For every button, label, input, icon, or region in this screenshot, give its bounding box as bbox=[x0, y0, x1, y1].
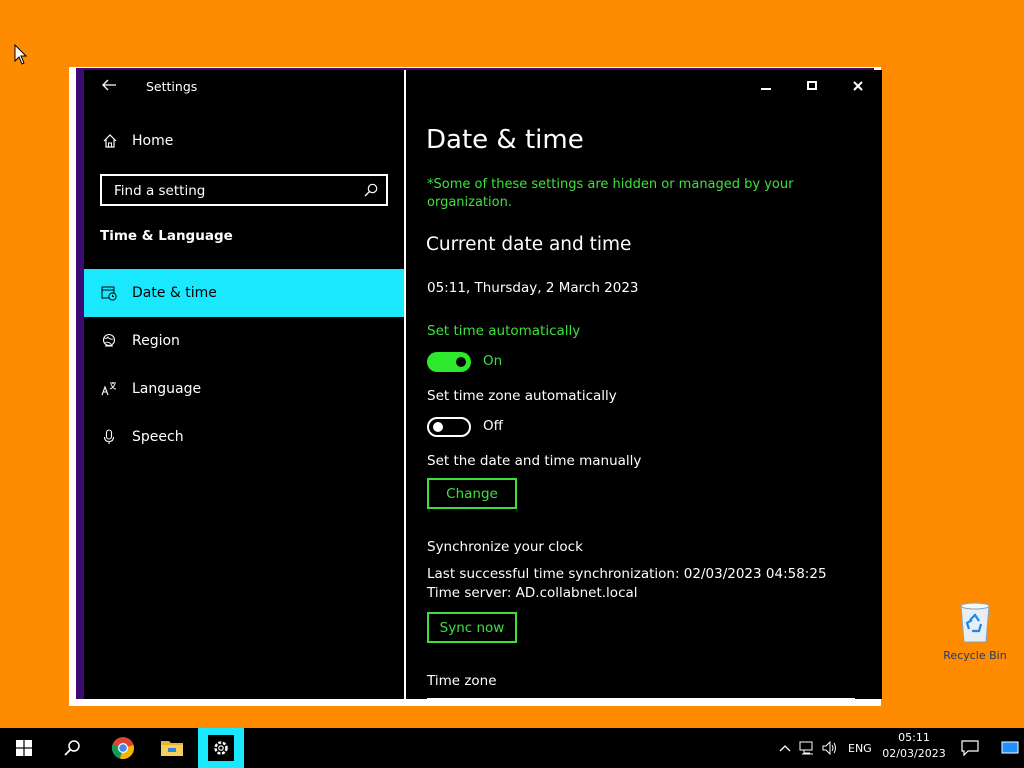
title-bar: Settings bbox=[84, 70, 404, 102]
toggle-knob bbox=[456, 357, 466, 367]
time-zone-dropdown-edge[interactable] bbox=[427, 698, 855, 699]
maximize-icon bbox=[807, 81, 817, 90]
speaker-icon bbox=[822, 741, 836, 755]
sidebar-item-label: Region bbox=[132, 333, 180, 349]
sidebar-item-date-time[interactable]: Date & time bbox=[84, 269, 404, 317]
start-button[interactable] bbox=[0, 728, 48, 768]
current-date-time-heading: Current date and time bbox=[426, 234, 632, 255]
current-date-time-value: 05:11, Thursday, 2 March 2023 bbox=[427, 280, 639, 296]
network-icon bbox=[799, 741, 813, 755]
sidebar-item-label: Date & time bbox=[132, 285, 217, 301]
folder-icon bbox=[161, 741, 183, 756]
clock-time: 05:11 bbox=[898, 731, 930, 744]
language-icon bbox=[100, 380, 118, 398]
search-taskbar-button[interactable] bbox=[48, 728, 96, 768]
search-input[interactable] bbox=[112, 180, 356, 202]
set-timezone-auto-toggle[interactable] bbox=[427, 417, 471, 437]
settings-window: Settings Home Time & Language bbox=[69, 67, 882, 706]
home-label: Home bbox=[132, 133, 174, 149]
calendar-clock-icon bbox=[100, 284, 118, 302]
close-button[interactable] bbox=[835, 70, 881, 102]
sidebar-item-label: Speech bbox=[132, 429, 184, 445]
sidebar-item-speech[interactable]: Speech bbox=[84, 413, 404, 461]
sidebar-item-home[interactable]: Home bbox=[102, 133, 173, 149]
policy-note: *Some of these settings are hidden or ma… bbox=[427, 177, 794, 210]
chrome-icon bbox=[111, 737, 134, 759]
sidebar-item-region[interactable]: Region bbox=[84, 317, 404, 365]
recycle-bin-icon bbox=[960, 602, 990, 643]
set-timezone-auto-state: Off bbox=[483, 418, 503, 434]
notification-icon bbox=[961, 740, 979, 756]
set-time-auto-label: Set time automatically bbox=[427, 323, 581, 339]
time-zone-label: Time zone bbox=[427, 673, 497, 689]
sidebar-item-language[interactable]: Language bbox=[84, 365, 404, 413]
minimize-icon bbox=[761, 88, 771, 90]
set-time-auto-toggle[interactable] bbox=[427, 352, 471, 372]
minimize-button[interactable] bbox=[743, 70, 789, 102]
windows-logo-icon bbox=[16, 740, 32, 756]
sync-now-button[interactable]: Sync now bbox=[427, 612, 517, 643]
search-icon[interactable] bbox=[364, 183, 378, 197]
sidebar: Settings Home Time & Language bbox=[84, 70, 404, 699]
chrome-taskbar-button[interactable] bbox=[100, 728, 146, 768]
taskbar-clock[interactable]: 05:11 02/03/2023 bbox=[880, 730, 948, 762]
search-icon bbox=[64, 740, 80, 756]
main-content: Date & time *Some of these settings are … bbox=[406, 70, 882, 699]
settings-taskbar-button[interactable] bbox=[198, 728, 244, 768]
taskbar: ENG 05:11 02/03/2023 bbox=[0, 728, 1024, 768]
back-arrow-icon[interactable] bbox=[100, 76, 118, 94]
section-label: Time & Language bbox=[100, 228, 233, 244]
clock-date: 02/03/2023 bbox=[882, 747, 946, 760]
microphone-icon bbox=[100, 428, 118, 446]
set-time-auto-state: On bbox=[483, 353, 503, 369]
language-indicator[interactable]: ENG bbox=[848, 728, 872, 768]
last-sync-text: Last successful time synchronization: 02… bbox=[427, 566, 827, 582]
sidebar-item-label: Language bbox=[132, 381, 202, 397]
action-center-button[interactable] bbox=[956, 728, 984, 768]
change-button[interactable]: Change bbox=[427, 478, 517, 509]
window-frame: Settings Home Time & Language bbox=[76, 68, 882, 699]
network-tray-button[interactable] bbox=[796, 728, 818, 768]
desktop-icon bbox=[1001, 741, 1019, 754]
gear-icon bbox=[208, 735, 234, 761]
recycle-bin-label: Recycle Bin bbox=[943, 649, 1007, 662]
set-timezone-auto-label: Set time zone automatically bbox=[427, 388, 617, 404]
page-title: Date & time bbox=[426, 125, 584, 155]
app-title: Settings bbox=[146, 79, 198, 94]
mouse-cursor-icon bbox=[14, 44, 28, 65]
show-desktop-button[interactable] bbox=[996, 728, 1024, 768]
close-icon bbox=[853, 81, 863, 91]
file-explorer-taskbar-button[interactable] bbox=[150, 728, 194, 768]
globe-icon bbox=[100, 332, 118, 350]
chevron-up-icon bbox=[779, 745, 791, 752]
show-hidden-icons-button[interactable] bbox=[774, 728, 796, 768]
volume-tray-button[interactable] bbox=[818, 728, 842, 768]
toggle-knob bbox=[433, 422, 443, 432]
time-server-text: Time server: AD.collabnet.local bbox=[427, 585, 638, 601]
maximize-button[interactable] bbox=[789, 70, 835, 102]
home-icon bbox=[103, 134, 117, 148]
sync-heading: Synchronize your clock bbox=[427, 539, 583, 555]
manual-date-time-label: Set the date and time manually bbox=[427, 453, 642, 469]
recycle-bin-shortcut[interactable]: Recycle Bin bbox=[940, 600, 1010, 662]
search-box[interactable] bbox=[100, 174, 388, 206]
